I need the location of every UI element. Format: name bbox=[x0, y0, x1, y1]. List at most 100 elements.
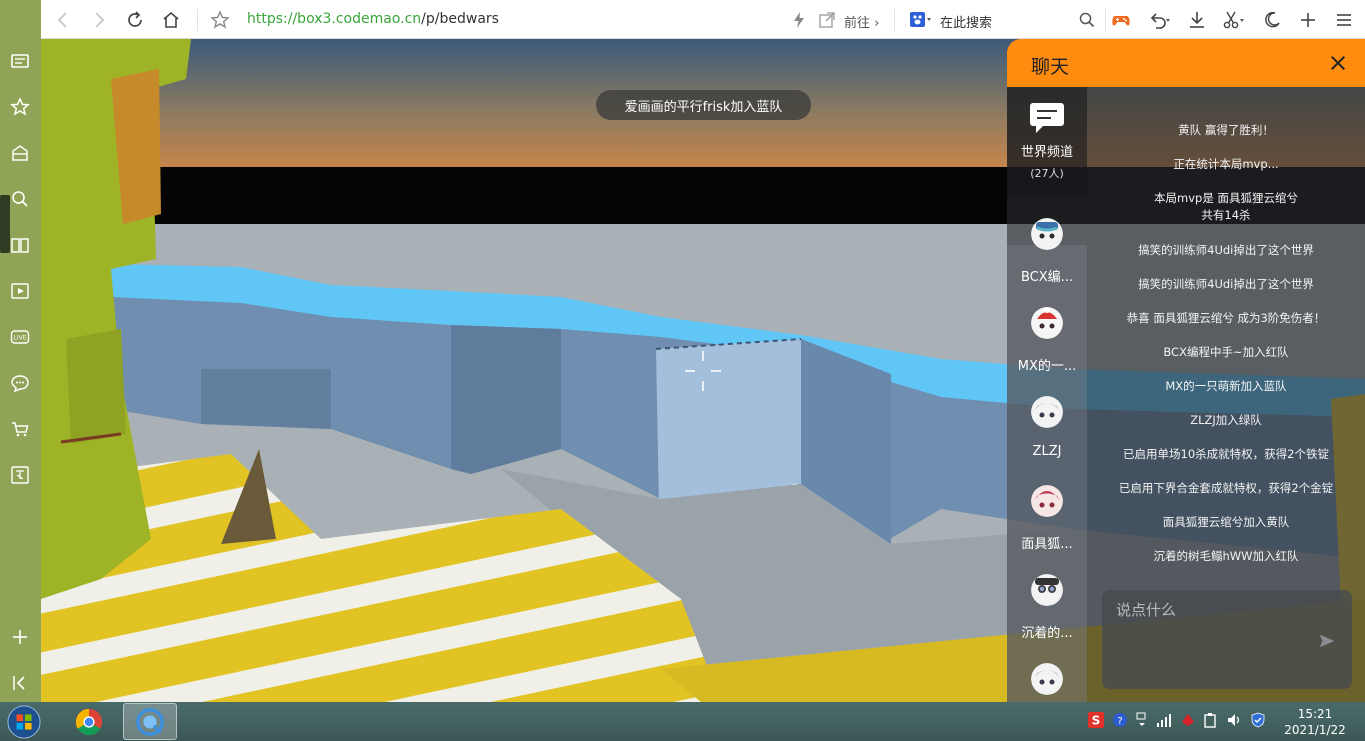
show-hidden-icons-icon[interactable] bbox=[1134, 712, 1150, 728]
sogou-input-icon[interactable]: S bbox=[1088, 712, 1104, 728]
search-icon[interactable] bbox=[8, 187, 32, 211]
chat-header: 聊天 bbox=[1007, 39, 1365, 87]
cart-icon[interactable] bbox=[8, 417, 32, 441]
send-icon[interactable] bbox=[1316, 630, 1338, 652]
chat-input-box bbox=[1102, 590, 1352, 689]
user-avatar bbox=[1031, 485, 1063, 517]
lightning-icon[interactable] bbox=[787, 8, 811, 32]
goto-button[interactable]: 前往 › bbox=[844, 12, 879, 31]
back-icon[interactable] bbox=[51, 8, 75, 32]
home-icon[interactable] bbox=[159, 8, 183, 32]
search-box[interactable]: 在此搜索 bbox=[940, 12, 992, 31]
browser-sidebar: LIVE bbox=[0, 0, 41, 702]
game-viewport[interactable]: 爱画画的平行frisk加入蓝队 聊天 世界频道 (27人) BCX编... MX… bbox=[41, 39, 1365, 702]
list-item: 恭喜 面具狐狸云绾兮 成为3阶免伤者！ bbox=[1126, 311, 1326, 325]
channel-name: 面具狐... bbox=[1021, 537, 1073, 552]
svg-text:?: ? bbox=[1117, 716, 1122, 727]
svg-text:S: S bbox=[1092, 714, 1101, 728]
list-item: 沉着的树毛鳎hWW加入红队 bbox=[1153, 549, 1299, 563]
undo-icon[interactable] bbox=[1145, 8, 1175, 32]
channel-user[interactable]: 沉着的... bbox=[1007, 568, 1087, 657]
translate-icon[interactable] bbox=[8, 463, 32, 487]
search-engine-paw-icon[interactable] bbox=[905, 8, 935, 32]
browser-toolbar: https://box3.codemao.cn/p/bedwars 前往 › 在… bbox=[41, 0, 1365, 39]
night-mode-icon[interactable] bbox=[1260, 8, 1284, 32]
address-bar[interactable]: https://box3.codemao.cn/p/bedwars bbox=[247, 11, 499, 27]
book-icon[interactable] bbox=[8, 233, 32, 257]
clipboard-icon[interactable] bbox=[1202, 712, 1218, 728]
refresh-icon[interactable] bbox=[123, 8, 147, 32]
user-avatar bbox=[1031, 396, 1063, 428]
add-icon[interactable] bbox=[8, 625, 32, 649]
browser-app-icon bbox=[136, 707, 164, 736]
security-shield-icon[interactable] bbox=[1250, 712, 1266, 728]
forward-icon[interactable] bbox=[87, 8, 111, 32]
channel-world[interactable]: 世界频道 (27人) bbox=[1007, 87, 1087, 197]
help-icon[interactable]: ? bbox=[1112, 712, 1128, 728]
user-avatar bbox=[1031, 574, 1063, 606]
volume-icon[interactable] bbox=[1226, 712, 1242, 728]
list-item: BCX编程中手~加入红队 bbox=[1163, 345, 1289, 359]
chevron-right-icon: › bbox=[874, 16, 880, 31]
star-icon[interactable] bbox=[8, 95, 32, 119]
list-item: 搞笑的训练师4Udi掉出了这个世界 bbox=[1138, 243, 1314, 257]
share-icon[interactable] bbox=[815, 8, 839, 32]
channel-name: MX的一... bbox=[1017, 359, 1077, 374]
channel-name: 沉着的... bbox=[1021, 626, 1073, 641]
scissors-icon[interactable] bbox=[1219, 8, 1249, 32]
channel-user[interactable] bbox=[1007, 657, 1087, 702]
list-item: ZLZJ加入绿队 bbox=[1190, 413, 1262, 427]
url-path: /p/bedwars bbox=[421, 11, 499, 27]
game-notification-toast: 爱画画的平行frisk加入蓝队 bbox=[596, 90, 811, 120]
start-button[interactable] bbox=[4, 703, 44, 741]
mailbox-icon[interactable] bbox=[8, 141, 32, 165]
channel-user[interactable]: BCX编... bbox=[1007, 212, 1087, 301]
list-item: 已启用单场10杀成就特权，获得2个铁锭 bbox=[1123, 447, 1329, 461]
user-avatar bbox=[1031, 307, 1063, 339]
browser-taskbar-button[interactable] bbox=[123, 703, 177, 740]
svg-text:LIVE: LIVE bbox=[13, 335, 26, 342]
search-icon[interactable] bbox=[1075, 8, 1099, 32]
user-avatar bbox=[1031, 663, 1063, 695]
system-tray: S ? bbox=[1088, 702, 1278, 741]
chat-bubble-icon[interactable] bbox=[8, 371, 32, 395]
news-icon[interactable] bbox=[8, 49, 32, 73]
channel-member-count: (27人) bbox=[1030, 167, 1064, 180]
system-clock[interactable]: 15:21 2021/1/22 bbox=[1280, 706, 1350, 738]
chat-message-input[interactable] bbox=[1116, 598, 1306, 622]
gamepad-icon[interactable] bbox=[1109, 8, 1133, 32]
channel-user[interactable]: MX的一... bbox=[1007, 301, 1087, 390]
channel-name: 世界频道 bbox=[1020, 145, 1073, 160]
channel-user[interactable]: 面具狐... bbox=[1007, 479, 1087, 568]
list-item: 共有14杀 bbox=[1201, 208, 1251, 222]
network-signal-icon[interactable] bbox=[1156, 712, 1172, 728]
channel-list: 世界频道 (27人) BCX编... MX的一... ZLZJ 面具狐... 沉… bbox=[1007, 87, 1087, 702]
channel-name: ZLZJ bbox=[1032, 444, 1062, 459]
menu-icon[interactable] bbox=[1332, 8, 1356, 32]
channel-user[interactable]: ZLZJ bbox=[1007, 390, 1087, 479]
antivirus-icon[interactable] bbox=[1180, 712, 1196, 728]
chat-panel: 聊天 世界频道 (27人) BCX编... MX的一... ZLZJ 面具狐..… bbox=[1007, 39, 1365, 702]
download-icon[interactable] bbox=[1185, 8, 1209, 32]
user-avatar bbox=[1031, 218, 1063, 250]
collapse-sidebar-icon[interactable] bbox=[8, 671, 32, 695]
clock-date: 2021/1/22 bbox=[1284, 723, 1346, 737]
new-tab-icon[interactable] bbox=[1296, 8, 1320, 32]
message-list: 黄队 赢得了胜利！ 正在统计本局mvp... 本局mvp是 面具狐狸云绾兮 共有… bbox=[1087, 87, 1365, 587]
live-icon[interactable]: LIVE bbox=[8, 325, 32, 349]
list-item: 本局mvp是 面具狐狸云绾兮 bbox=[1154, 191, 1298, 205]
list-item: 面具狐狸云绾兮加入黄队 bbox=[1162, 515, 1290, 529]
url-host: https://box3.codemao.cn bbox=[247, 11, 422, 27]
list-item: 黄队 赢得了胜利！ bbox=[1178, 123, 1274, 137]
chrome-icon bbox=[75, 708, 103, 735]
channel-name: BCX编... bbox=[1020, 270, 1074, 285]
close-icon[interactable] bbox=[1325, 50, 1351, 76]
chat-bubble-icon bbox=[1030, 103, 1064, 133]
highlighted-block bbox=[656, 339, 801, 507]
goto-label: 前往 bbox=[844, 16, 871, 31]
list-item: MX的一只萌新加入蓝队 bbox=[1165, 379, 1287, 393]
bookmark-star-icon[interactable] bbox=[208, 8, 232, 32]
clock-time: 15:21 bbox=[1297, 707, 1333, 721]
chrome-taskbar-button[interactable] bbox=[62, 703, 116, 740]
video-icon[interactable] bbox=[8, 279, 32, 303]
